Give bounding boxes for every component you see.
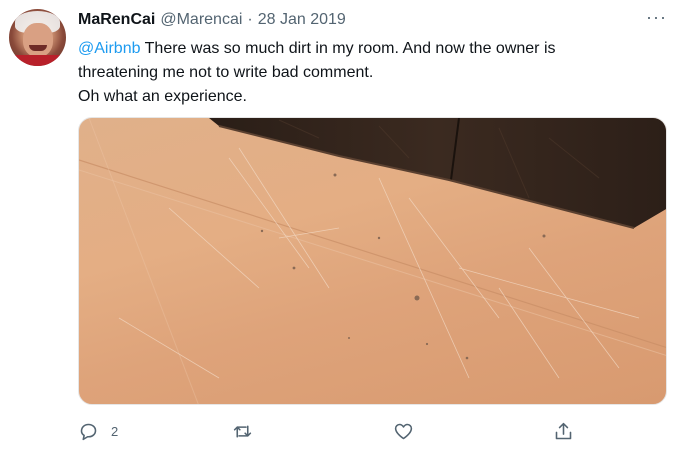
tweet-line-1-text: There was so much dirt in my room. And n… <box>140 40 556 57</box>
share-button[interactable] <box>553 419 574 443</box>
retweet-button[interactable] <box>232 419 253 443</box>
tweet-date[interactable]: 28 Jan 2019 <box>258 11 346 29</box>
tweet-actions: 2 <box>78 419 598 443</box>
reply-count: 2 <box>111 423 119 439</box>
tweet-photo[interactable] <box>78 117 667 405</box>
tweet-text: @Airbnb There was so much dirt in my roo… <box>78 37 658 109</box>
tweet-header: MaRenCai @Marencai · 28 Jan 2019 <box>78 10 346 30</box>
floor-photo-drawing <box>79 118 666 404</box>
avatar[interactable] <box>9 9 66 66</box>
avatar-face <box>23 23 53 57</box>
tweet-line-1: @Airbnb There was so much dirt in my roo… <box>78 37 658 61</box>
reply-icon <box>80 423 97 440</box>
like-icon <box>394 423 413 439</box>
mention-link[interactable]: @Airbnb <box>78 40 141 57</box>
retweet-icon <box>233 424 252 438</box>
avatar-shirt <box>9 55 66 66</box>
like-button[interactable] <box>393 419 414 443</box>
reply-button[interactable]: 2 <box>78 419 118 443</box>
author-handle[interactable]: @Marencai <box>160 11 242 29</box>
author-name[interactable]: MaRenCai <box>78 11 155 29</box>
separator-dot: · <box>247 11 253 28</box>
share-icon <box>555 422 572 439</box>
tweet-line-2: threatening me not to write bad comment. <box>78 64 374 81</box>
more-options-icon[interactable]: ··· <box>646 8 667 26</box>
tweet-line-3: Oh what an experience. <box>78 88 247 105</box>
